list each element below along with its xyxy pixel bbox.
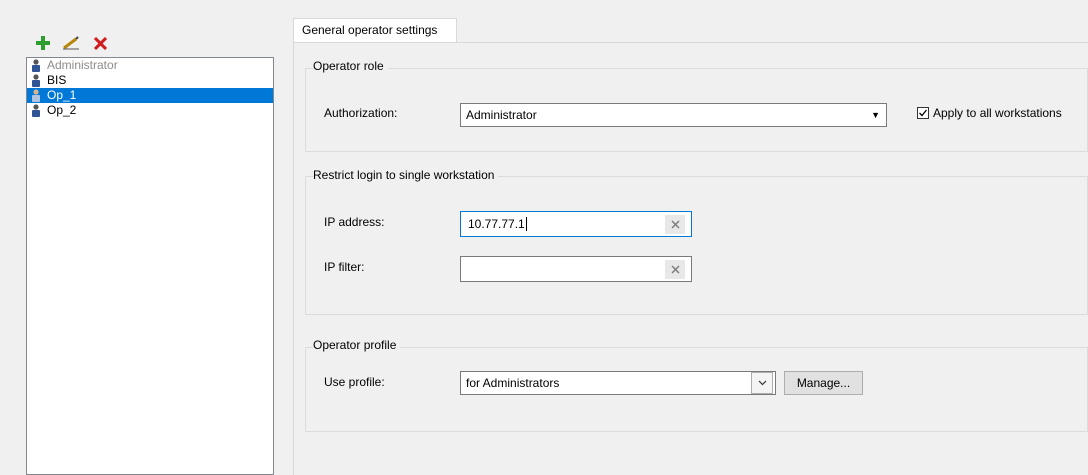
operator-label: Op_2 xyxy=(47,103,77,117)
delete-icon xyxy=(93,36,107,50)
authorization-label: Authorization: xyxy=(324,106,398,120)
ip-filter-input[interactable] xyxy=(460,256,692,282)
authorization-value: Administrator xyxy=(466,108,537,122)
use-profile-dropdown[interactable]: for Administrators xyxy=(460,371,776,395)
add-icon xyxy=(36,36,50,50)
authorization-dropdown[interactable]: Administrator ▼ xyxy=(460,103,887,127)
operator-item-administrator[interactable]: Administrator xyxy=(27,58,273,73)
operator-profile-title: Operator profile xyxy=(313,338,401,352)
checkbox-box[interactable] xyxy=(917,107,929,119)
tab-general-operator-settings[interactable]: General operator settings xyxy=(293,18,457,42)
use-profile-label: Use profile: xyxy=(324,375,385,389)
restrict-login-title: Restrict login to single workstation xyxy=(313,168,499,182)
operator-item-op-2[interactable]: Op_2 xyxy=(27,103,273,118)
operator-item-op-1[interactable]: Op_1 xyxy=(27,88,273,103)
manage-button[interactable]: Manage... xyxy=(784,371,863,395)
user-icon xyxy=(32,59,40,72)
operator-item-bis[interactable]: BIS xyxy=(27,73,273,88)
ip-address-input[interactable]: 10.77.77.1 xyxy=(460,211,692,237)
operator-role-title: Operator role xyxy=(313,59,388,73)
clear-icon xyxy=(671,220,679,229)
apply-all-checkbox[interactable]: Apply to all workstations xyxy=(917,106,1062,120)
text-caret xyxy=(525,217,527,231)
user-icon xyxy=(32,104,40,117)
delete-operator-button[interactable] xyxy=(91,34,109,52)
operator-label: Op_1 xyxy=(47,88,77,102)
checkmark-icon xyxy=(919,109,928,117)
clear-icon xyxy=(671,265,679,274)
operator-label: BIS xyxy=(47,73,67,87)
ip-filter-label: IP filter: xyxy=(324,260,365,274)
tab-label: General operator settings xyxy=(302,23,438,37)
user-icon xyxy=(32,89,40,102)
apply-all-label: Apply to all workstations xyxy=(933,106,1062,120)
ip-address-label: IP address: xyxy=(324,215,385,229)
user-icon xyxy=(32,74,40,87)
use-profile-dropdown-button[interactable] xyxy=(751,372,773,394)
clear-ip-address-button[interactable] xyxy=(665,215,685,234)
ip-address-value: 10.77.77.1 xyxy=(468,217,525,231)
rename-icon xyxy=(63,36,79,50)
operator-list[interactable]: Administrator BIS Op_1 Op_2 xyxy=(26,57,274,475)
restrict-login-group xyxy=(305,176,1088,315)
manage-button-label: Manage... xyxy=(796,376,851,390)
dropdown-arrow-icon: ▼ xyxy=(871,110,880,120)
operator-label: Administrator xyxy=(47,58,118,72)
chevron-down-icon xyxy=(758,380,766,386)
use-profile-value: for Administrators xyxy=(466,376,560,390)
clear-ip-filter-button[interactable] xyxy=(665,260,685,279)
rename-operator-button[interactable] xyxy=(62,34,80,52)
add-operator-button[interactable] xyxy=(34,34,52,52)
